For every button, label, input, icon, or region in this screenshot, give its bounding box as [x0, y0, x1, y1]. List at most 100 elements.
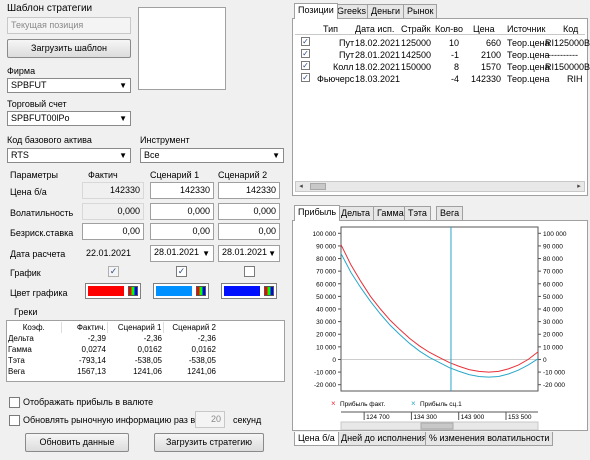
- refresh-interval-input[interactable]: 20: [195, 411, 225, 428]
- chart-scen1-checkbox[interactable]: ✓: [176, 266, 187, 277]
- tab-vol-change[interactable]: % изменения волатильности: [425, 432, 554, 446]
- account-select[interactable]: SPBFUT00lPo ▼: [7, 111, 131, 126]
- y-tick-label-right: 100 000: [543, 231, 567, 238]
- cell-strike: 125000: [401, 38, 432, 48]
- y-tick-label-left: 10 000: [316, 344, 336, 351]
- calc-date-scen1-picker[interactable]: 28.01.2021 ▼: [150, 245, 214, 262]
- tab-vega[interactable]: Вега: [436, 206, 464, 221]
- tab-positions[interactable]: Позиции: [294, 3, 338, 19]
- y-tick-label-right: 80 000: [543, 256, 563, 263]
- tab-greeks[interactable]: Greeks: [333, 4, 371, 19]
- calc-date-label: Дата расчета: [10, 249, 66, 259]
- y-tick-label-left: 0: [332, 357, 336, 364]
- tab-gamma[interactable]: Гамма: [373, 206, 408, 221]
- template-field[interactable]: Текущая позиция: [7, 17, 131, 34]
- legend-marker-1: ×: [331, 399, 336, 408]
- chevron-down-icon: ▼: [119, 151, 127, 160]
- riskfree-scen2-input[interactable]: 0,00: [218, 223, 280, 240]
- col-code: Код: [563, 24, 579, 34]
- instrument-label: Инструмент: [140, 135, 190, 145]
- volatility-scen1-input[interactable]: 0,000: [150, 203, 214, 220]
- palette-icon: [128, 286, 138, 296]
- params-header-label: Параметры: [10, 170, 58, 180]
- tab-days-to-expiry[interactable]: Дней до исполнения: [337, 432, 431, 446]
- base-code-select[interactable]: RTS ▼: [7, 148, 131, 163]
- tab-money[interactable]: Деньги: [367, 4, 405, 19]
- scroll-left-icon[interactable]: ◂: [296, 182, 306, 192]
- update-data-button[interactable]: Обновить данные: [25, 433, 129, 452]
- greeks-table: Коэф. Фактич. Сценарий 1 Сценарий 2 Дель…: [6, 320, 285, 382]
- color-scen2-picker[interactable]: [221, 283, 277, 299]
- firm-select[interactable]: SPBFUT ▼: [7, 78, 131, 93]
- table-row: Гамма 0,0274 0,0162 0,0162: [7, 344, 217, 355]
- instrument-select[interactable]: Все ▼: [140, 148, 284, 163]
- scroll-right-icon[interactable]: ▸: [574, 182, 584, 192]
- legend-marker-2: ×: [411, 399, 416, 408]
- cell-code: RIH: [567, 74, 583, 84]
- greek-scen1: -538,05: [134, 356, 162, 365]
- tab-underlying-price[interactable]: Цена б/а: [294, 432, 339, 446]
- x-tick-label: 134 300: [413, 414, 437, 421]
- load-strategy-button[interactable]: Загрузить стратегию: [154, 433, 264, 452]
- color-fact-picker[interactable]: [85, 283, 141, 299]
- greek-scen1: 1241,06: [133, 367, 162, 376]
- color-scen2-swatch: [224, 286, 260, 296]
- greek-scen2: -2,36: [197, 334, 216, 343]
- account-value: SPBFUT00lPo: [11, 113, 70, 123]
- volatility-scen2-input[interactable]: 0,000: [218, 203, 280, 220]
- cell-date: 18.03.2021: [355, 74, 401, 84]
- tab-market[interactable]: Рынок: [403, 4, 438, 19]
- tab-delta[interactable]: Дельта: [337, 206, 375, 221]
- table-row[interactable]: ✓ Пут 28.01.2021 142500 -1 2100 Теор.цен…: [295, 49, 585, 60]
- plot-area: [340, 226, 539, 392]
- y-tick-label-right: -20 000: [543, 382, 565, 389]
- legend-label-2: Прибыль сц.1: [420, 400, 462, 408]
- tab-profit[interactable]: Прибыль: [294, 205, 341, 221]
- refresh-unit-label: секунд: [233, 415, 262, 425]
- col-strike: Страйк: [401, 24, 431, 34]
- params-header-fact: Фактич: [88, 170, 118, 180]
- cell-date: 18.02.2021: [355, 38, 401, 48]
- position-checkbox[interactable]: ✓: [301, 73, 310, 82]
- col-qty: Кол-во: [435, 24, 463, 34]
- cell-source: Теор.цена: [507, 74, 550, 84]
- calc-date-scen2-picker[interactable]: 28.01.2021 ▼: [218, 245, 280, 262]
- chevron-down-icon: ▼: [268, 249, 276, 258]
- y-tick-label-left: 20 000: [316, 332, 336, 339]
- price-scen2-input[interactable]: 142330: [218, 182, 280, 199]
- greeks-col-fact: Фактич.: [61, 322, 108, 333]
- cell-source: Теор.цена: [507, 38, 550, 48]
- position-checkbox[interactable]: ✓: [301, 37, 310, 46]
- chart-scen2-checkbox[interactable]: [244, 266, 255, 277]
- refresh-checkbox[interactable]: [9, 415, 20, 426]
- show-currency-checkbox[interactable]: [9, 397, 20, 408]
- tab-theta[interactable]: Тэта: [404, 206, 431, 221]
- position-checkbox[interactable]: ✓: [301, 61, 310, 70]
- volatility-fact: 0,000: [82, 203, 144, 220]
- y-tick-label-right: 60 000: [543, 281, 563, 288]
- y-tick-label-right: 30 000: [543, 319, 563, 326]
- y-tick-label-left: 70 000: [316, 269, 336, 276]
- table-row[interactable]: ✓ Фьючерс 18.03.2021 -4 142330 Теор.цена…: [295, 73, 585, 84]
- cell-type: Колл: [333, 62, 354, 72]
- chart-panel: 100 000 100 000 90 000 90 000 80 000 80 000 70…: [292, 220, 588, 431]
- riskfree-fact-input[interactable]: 0,00: [82, 223, 144, 240]
- position-checkbox[interactable]: ✓: [301, 49, 310, 58]
- scroll-thumb[interactable]: [310, 183, 326, 190]
- greek-name: Тэта: [8, 356, 25, 365]
- table-row[interactable]: ✓ Колл 18.02.2021 150000 8 1570 Теор.цен…: [295, 61, 590, 72]
- legend-label-1: Прибыль факт.: [340, 400, 385, 408]
- y-tick-label-left: -20 000: [314, 382, 336, 389]
- riskfree-scen1-input[interactable]: 0,00: [150, 223, 214, 240]
- chevron-down-icon: ▼: [202, 249, 210, 258]
- table-row[interactable]: ✓ Пут 18.02.2021 125000 10 660 Теор.цена…: [295, 37, 590, 48]
- price-scen1-input[interactable]: 142330: [150, 182, 214, 199]
- chart-color-label: Цвет графика: [10, 288, 68, 298]
- x-tick-label: 143 900: [461, 414, 485, 421]
- positions-hscrollbar[interactable]: ◂ ▸: [295, 181, 585, 192]
- greek-fact: -2,39: [87, 334, 106, 343]
- color-scen1-picker[interactable]: [153, 283, 209, 299]
- col-exp-date: Дата исп.: [355, 24, 395, 34]
- cell-price: 1570: [480, 62, 501, 72]
- load-template-button[interactable]: Загрузить шаблон: [7, 39, 131, 58]
